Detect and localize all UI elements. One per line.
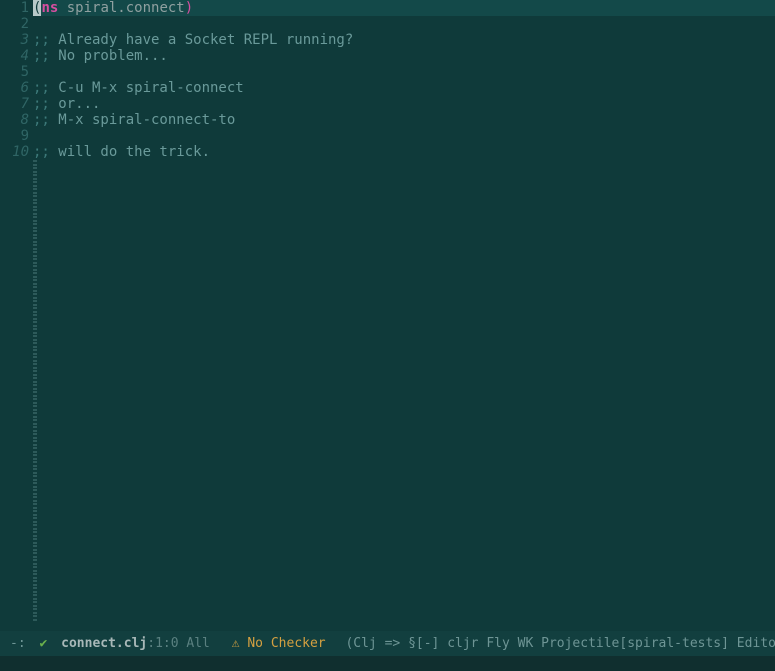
code-line[interactable]: ;; or...	[33, 96, 775, 112]
modeline-position: :1:0 All	[147, 636, 210, 651]
code-line[interactable]: ;; C-u M-x spiral-connect	[33, 80, 775, 96]
minibuffer[interactable]	[0, 656, 775, 671]
code-line[interactable]: ;; will do the trick.	[33, 144, 775, 160]
line-number: 3	[0, 32, 33, 48]
code-line[interactable]	[33, 128, 775, 144]
code-text-area[interactable]: (ns spiral.connect) ;; Already have a So…	[33, 0, 775, 631]
close-paren: )	[185, 0, 193, 16]
modeline-checker-status[interactable]: No Checker	[240, 636, 326, 651]
editor-area[interactable]: 1 2 3 4 5 6 7 8 9 10 (ns spiral.connect)…	[0, 0, 775, 631]
code-line[interactable]: ;; Already have a Socket REPL running?	[33, 32, 775, 48]
code-line[interactable]: ;; No problem...	[33, 48, 775, 64]
fringe-indicator	[33, 160, 37, 631]
modeline-major-minor-modes[interactable]: (Clj => §[-] cljr Fly WK Projectile[spir…	[345, 636, 775, 651]
modeline-filename-ext[interactable]: clj	[124, 636, 147, 651]
line-number-gutter: 1 2 3 4 5 6 7 8 9 10	[0, 0, 33, 631]
warning-icon: ⚠	[232, 636, 240, 651]
modeline-buffer-state: -:	[10, 636, 26, 651]
ns-keyword: ns	[41, 0, 58, 16]
code-line[interactable]	[33, 64, 775, 80]
modeline-filename-base[interactable]: connect.	[61, 636, 124, 651]
code-line[interactable]: ;; M-x spiral-connect-to	[33, 112, 775, 128]
line-number: 8	[0, 112, 33, 128]
line-number: 1	[0, 0, 33, 16]
line-number: 10	[0, 144, 33, 160]
line-number: 6	[0, 80, 33, 96]
namespace-name: spiral.connect	[67, 0, 185, 16]
code-line-current[interactable]: (ns spiral.connect)	[33, 0, 775, 16]
check-icon: ✔	[39, 636, 47, 651]
mode-line[interactable]: -: ✔ connect.clj:1:0 All ⚠ No Checker (C…	[0, 631, 775, 656]
line-number: 5	[0, 64, 33, 80]
line-number: 7	[0, 96, 33, 112]
code-line[interactable]	[33, 16, 775, 32]
line-number: 4	[0, 48, 33, 64]
line-number: 9	[0, 128, 33, 144]
line-number: 2	[0, 16, 33, 32]
